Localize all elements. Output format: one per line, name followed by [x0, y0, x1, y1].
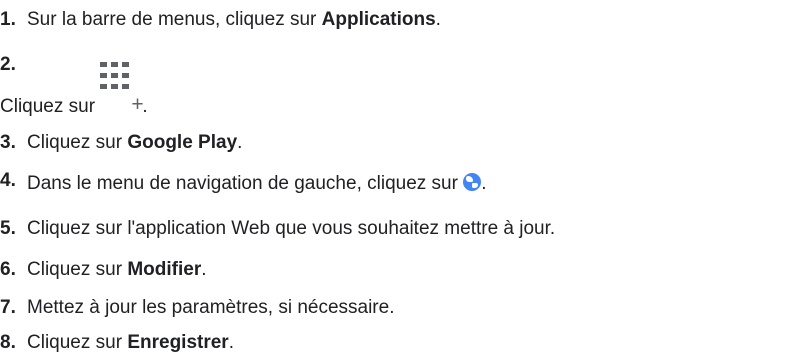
step-number: 1. — [0, 9, 16, 30]
step-number: 4. — [0, 170, 16, 191]
modifier-label: Modifier — [127, 259, 202, 280]
step-text: Cliquez sur Google Play. — [27, 132, 243, 153]
step-number: 5. — [0, 218, 16, 239]
step-text: Cliquez sur Modifier. — [27, 259, 207, 280]
step-number: 2. — [0, 54, 16, 75]
step-text: Sur la barre de menus, cliquez sur Appli… — [27, 9, 441, 30]
step-text: Cliquez sur Enregistrer. — [27, 332, 234, 353]
step-text: Cliquez sur l'application Web que vous s… — [27, 218, 556, 239]
apps-grid-plus-icon: + — [100, 62, 144, 116]
step-text: Dans le menu de navigation de gauche, cl… — [27, 173, 487, 194]
step-number: 8. — [0, 332, 16, 353]
step-text: Cliquez sur + . — [0, 62, 148, 119]
globe-icon — [463, 173, 482, 191]
step-number: 6. — [0, 259, 16, 280]
google-play-label: Google Play — [127, 132, 238, 153]
step-number: 3. — [0, 132, 16, 153]
step-text: Mettez à jour les paramètres, si nécessa… — [27, 297, 395, 318]
applications-menu-label: Applications — [321, 9, 436, 30]
step-number: 7. — [0, 297, 16, 318]
enregistrer-label: Enregistrer — [127, 332, 229, 353]
